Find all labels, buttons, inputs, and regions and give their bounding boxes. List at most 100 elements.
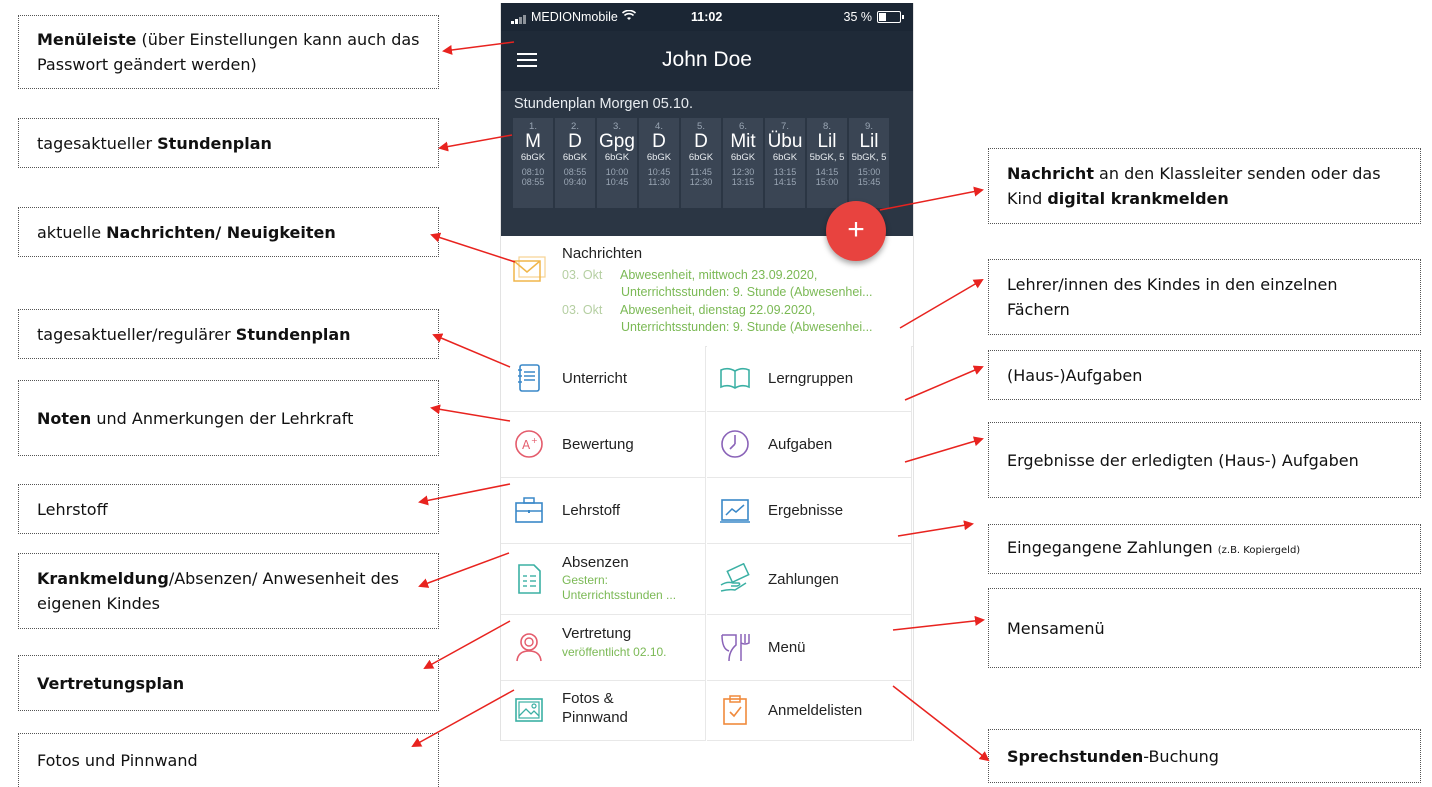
signal-icon: [511, 10, 527, 24]
tile-lehrstoff[interactable]: Lehrstoff: [501, 478, 706, 544]
slot-start-time: 13:15: [773, 167, 797, 177]
annotation-nachricht-senden: Nachricht an den Klassleiter senden oder…: [988, 148, 1421, 224]
schedule-slot[interactable]: 2. D 6bGK 08:55 09:40: [555, 118, 595, 208]
slot-start-time: 15:00: [857, 167, 881, 177]
schedule-slot[interactable]: 1. M 6bGK 08:10 08:55: [513, 118, 553, 208]
annotation-menueleiste: Menüleiste (über Einstellungen kann auch…: [18, 15, 439, 89]
tile-absenzen[interactable]: Absenzen Gestern: Unterrichtsstunden ...: [501, 544, 706, 615]
slot-start-time: 08:55: [563, 167, 587, 177]
arrow: [432, 333, 511, 368]
tile-subtext: Unterrichtsstunden ...: [562, 588, 677, 602]
slot-end-time: 15:00: [815, 177, 839, 187]
tile-label: Absenzen: [562, 554, 629, 571]
svg-text:+: +: [531, 436, 538, 445]
carrier: MEDIONmobile: [511, 9, 636, 24]
slot-start-time: 10:00: [605, 167, 629, 177]
annotation-lehrstoff: Lehrstoff: [18, 484, 439, 534]
slot-c: 5bGK, 5: [809, 152, 845, 163]
add-message-button[interactable]: +: [826, 201, 886, 261]
slot-c: 6bGK: [772, 152, 798, 163]
slot-s: D: [568, 131, 582, 152]
slot-start-time: 14:15: [815, 167, 839, 177]
tile-bewertung[interactable]: A + Bewertung: [501, 412, 706, 478]
schedule-slot[interactable]: 5. D 6bGK 11:45 12:30: [681, 118, 721, 208]
tile-vertretung[interactable]: Vertretung veröffentlicht 02.10.: [501, 615, 706, 681]
annotation-nachrichten: aktuelle Nachrichten/ Neuigkeiten: [18, 207, 439, 257]
svg-text:A: A: [522, 438, 531, 452]
schedule-slot[interactable]: 3. Gpg 6bGK 10:00 10:45: [597, 118, 637, 208]
open-book-icon: [720, 367, 750, 389]
cutlery-icon: [721, 634, 750, 662]
annotation-mensa: Mensamenü: [988, 588, 1421, 668]
schedule-slot[interactable]: 9. Lil 5bGK, 5 15:00 15:45: [849, 118, 889, 208]
tile-label: Unterricht: [562, 370, 628, 387]
envelope-icon: [513, 256, 547, 289]
person-swap-icon: [516, 633, 542, 662]
slot-s: D: [694, 131, 708, 152]
app-bar: John Doe: [501, 31, 913, 91]
tile-label: Vertretung: [562, 625, 632, 642]
tile-subtext: Gestern:: [562, 573, 609, 587]
tile-label: Lehrstoff: [562, 502, 621, 519]
annotation-aufgaben: (Haus-)Aufgaben: [988, 350, 1421, 400]
tile-ergebnisse[interactable]: Ergebnisse: [707, 478, 912, 544]
slot-c: 6bGK: [646, 152, 672, 163]
battery-status: 35 %: [844, 10, 904, 24]
document-checklist-icon: [518, 564, 541, 594]
slot-end-time: 10:45: [605, 177, 629, 187]
wifi-icon: [621, 9, 636, 24]
slot-start-time: 12:30: [731, 167, 755, 177]
news-item-detail: Unterrichtsstunden: 9. Stunde (Abwesenhe…: [621, 320, 873, 334]
tile-label: Anmeldelisten: [768, 702, 863, 719]
briefcase-icon: [515, 497, 543, 523]
slot-s: Übu: [767, 131, 803, 152]
slot-c: 6bGK: [688, 152, 714, 163]
news-item[interactable]: 03. Okt Abwesenheit, mittwoch 23.09.2020,: [562, 267, 817, 283]
slot-end-time: 13:15: [731, 177, 755, 187]
tile-menue[interactable]: Menü: [707, 615, 912, 681]
slot-c: 6bGK: [562, 152, 588, 163]
annotation-sprechstunden: Sprechstunden-Buchung: [988, 729, 1421, 783]
battery-icon: [877, 11, 904, 23]
slot-start-time: 08:10: [521, 167, 545, 177]
annotation-vertretungsplan: Vertretungsplan: [18, 655, 439, 711]
tile-aufgaben[interactable]: Aufgaben: [707, 412, 912, 478]
slot-c: 6bGK: [730, 152, 756, 163]
arrow: [904, 365, 984, 401]
tile-label: Bewertung: [562, 436, 634, 453]
tile-fotos-pinnwand[interactable]: Fotos & Pinnwand: [501, 681, 706, 741]
slot-end-time: 11:30: [648, 177, 670, 187]
tile-subtext: veröffentlicht 02.10.: [562, 645, 667, 659]
schedule-slot[interactable]: 4. D 6bGK 10:45 11:30: [639, 118, 679, 208]
schedule-slot[interactable]: 6. Mit 6bGK 12:30 13:15: [723, 118, 763, 208]
clipboard-check-icon: [723, 695, 747, 725]
tile-label: Fotos & Pinnwand: [562, 690, 628, 726]
slot-s: M: [525, 131, 541, 152]
slot-c: 6bGK: [604, 152, 630, 163]
tile-label: Aufgaben: [768, 436, 833, 453]
slot-s: D: [652, 131, 666, 152]
annotation-lehrer: Lehrer/innen des Kindes in den einzelnen…: [988, 259, 1421, 335]
annotation-zahlungen: Eingegangene Zahlungen (z.B. Kopiergeld): [988, 524, 1421, 574]
tile-anmeldelisten[interactable]: Anmeldelisten: [707, 681, 912, 741]
slot-start-time: 11:45: [690, 167, 712, 177]
news-item-detail: Unterrichtsstunden: 9. Stunde (Abwesenhe…: [621, 285, 873, 299]
tile-label: Ergebnisse: [768, 502, 844, 519]
slot-c: 6bGK: [520, 152, 546, 163]
slot-end-time: 15:45: [857, 177, 881, 187]
clock: 11:02: [691, 10, 723, 24]
tile-lerngruppen[interactable]: Lerngruppen: [707, 346, 912, 412]
tile-zahlungen[interactable]: Zahlungen: [707, 544, 912, 615]
slot-end-time: 12:30: [689, 177, 713, 187]
slot-s: Mit: [730, 131, 756, 152]
tile-unterricht[interactable]: Unterricht: [501, 346, 706, 412]
schedule-heading: Stundenplan Morgen 05.10.: [514, 96, 693, 112]
status-bar: MEDIONmobile 11:02 35 %: [501, 3, 913, 31]
news-item[interactable]: 03. Okt Abwesenheit, dienstag 22.09.2020,: [562, 302, 815, 318]
schedule-slot[interactable]: 7. Übu 6bGK 13:15 14:15: [765, 118, 805, 208]
annotation-ergebnisse: Ergebnisse der erledigten (Haus-) Aufgab…: [988, 422, 1421, 498]
phone-screen: MEDIONmobile 11:02 35 % John Doe Stunden…: [500, 3, 914, 741]
annotation-stundenplan-tagesaktuell: tagesaktueller Stundenplan: [18, 118, 439, 168]
schedule-slot[interactable]: 8. Lil 5bGK, 5 14:15 15:00: [807, 118, 847, 208]
annotation-krankmeldung: Krankmeldung/Absenzen/ Anwesenheit des e…: [18, 553, 439, 629]
